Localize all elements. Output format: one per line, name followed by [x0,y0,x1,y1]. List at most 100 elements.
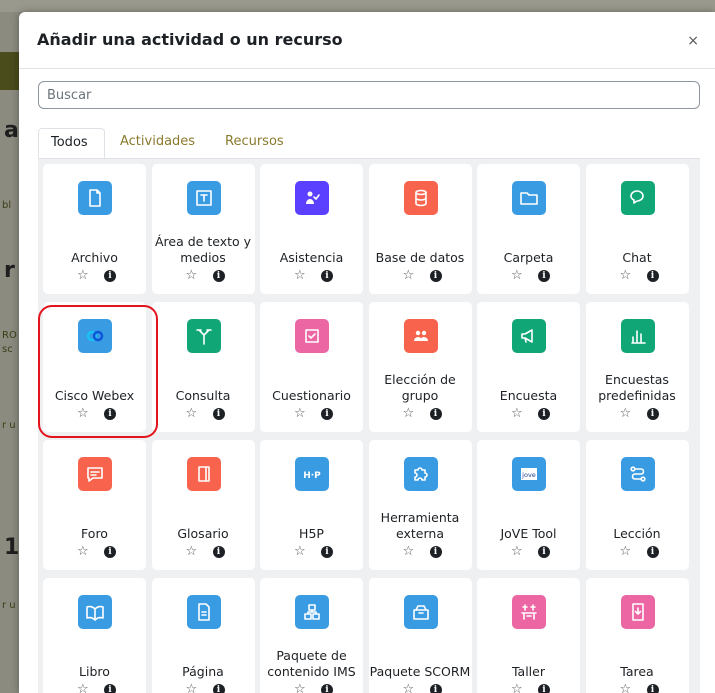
star-icon[interactable]: ☆ [186,268,198,283]
info-icon[interactable]: i [321,546,333,558]
star-icon[interactable]: ☆ [186,682,198,693]
activity-label: Consulta [175,388,231,403]
star-icon[interactable]: ☆ [294,682,306,693]
star-icon[interactable]: ☆ [294,268,306,283]
info-icon[interactable]: i [429,408,442,420]
info-icon[interactable]: i [104,408,116,420]
info-icon[interactable]: i [429,684,442,693]
activity-grid: Archivo ☆ i Área de texto y medios ☆ i Asisten… [38,158,700,693]
megaphone-icon [512,319,546,353]
close-icon[interactable]: × [687,33,699,49]
tab-bar: Todos Actividades Recursos [38,128,700,158]
activity-card-area-de-texto-y-medios[interactable]: Área de texto y medios ☆ i [151,164,255,294]
star-icon[interactable]: ☆ [620,544,632,559]
glossary-icon [186,457,221,491]
info-icon[interactable]: i [538,684,550,693]
info-icon[interactable]: i [321,270,333,282]
background-heading-fragment: r [4,258,15,283]
info-icon[interactable]: i [321,684,333,693]
tab-resources[interactable]: Recursos [225,128,284,158]
star-icon[interactable]: ☆ [294,544,306,559]
info-icon[interactable]: i [646,546,659,558]
star-icon[interactable]: ☆ [511,406,523,421]
info-icon[interactable]: i [321,408,333,420]
activity-card-archivo[interactable]: Archivo ☆ i [43,164,146,294]
info-icon[interactable]: i [212,408,225,420]
star-icon[interactable]: ☆ [403,682,415,693]
activity-card-encuestas-predefinidas[interactable]: Encuestas predefinidas ☆ i [585,302,689,432]
star-icon[interactable]: ☆ [77,268,89,283]
book-icon [78,595,112,629]
activity-card-encuesta[interactable]: Encuesta ☆ i [477,302,580,432]
info-icon[interactable]: i [646,684,659,693]
info-icon[interactable]: i [104,546,116,558]
activity-label: Encuestas predefinidas [598,372,676,403]
activity-card-chat[interactable]: Chat ☆ i [585,164,689,294]
activity-card-eleccion-de-grupo[interactable]: Elección de grupo ☆ i [368,302,472,432]
workshop-icon [512,595,546,629]
activity-card-libro[interactable]: Libro ☆ i [43,578,146,693]
star-icon[interactable]: ☆ [403,268,415,283]
webex-icon [78,319,112,353]
star-icon[interactable]: ☆ [620,682,632,693]
activity-card-jove-tool[interactable]: jove JoVE Tool ☆ i [477,440,580,570]
activity-card-leccion[interactable]: Lección ☆ i [585,440,689,570]
file-icon [78,181,112,215]
info-icon[interactable]: i [646,270,659,282]
star-icon[interactable]: ☆ [511,268,523,283]
star-icon[interactable]: ☆ [294,406,306,421]
tab-activities[interactable]: Actividades [120,128,195,158]
activity-label: Archivo [71,250,118,265]
activity-card-asistencia[interactable]: Asistencia ☆ i [260,164,363,294]
activity-card-carpeta[interactable]: Carpeta ☆ i [477,164,580,294]
info-icon[interactable]: i [429,546,442,558]
bar-chart-icon [620,319,655,353]
page-icon [186,595,221,629]
activity-card-consulta[interactable]: Consulta ☆ i [151,302,255,432]
activity-card-cuestionario[interactable]: Cuestionario ☆ i [260,302,363,432]
activity-label: Herramienta externa [380,510,460,541]
activity-label: Carpeta [503,250,554,265]
activity-label: JoVE Tool [500,526,557,541]
activity-card-pagina[interactable]: Página ☆ i [151,578,255,693]
info-icon[interactable]: i [104,270,116,282]
info-icon[interactable]: i [212,546,225,558]
info-icon[interactable]: i [104,684,116,693]
star-icon[interactable]: ☆ [403,544,415,559]
star-icon[interactable]: ☆ [186,406,198,421]
background-heading-fragment: 1 [4,535,20,560]
activity-card-herramienta-externa[interactable]: Herramienta externa ☆ i [368,440,472,570]
activity-card-cisco-webex[interactable]: Cisco Webex ☆ i [43,302,146,432]
star-icon[interactable]: ☆ [620,406,632,421]
star-icon[interactable]: ☆ [77,544,89,559]
info-icon[interactable]: i [538,270,550,282]
activity-card-glosario[interactable]: Glosario ☆ i [151,440,255,570]
puzzle-icon [403,457,438,491]
info-icon[interactable]: i [538,546,550,558]
star-icon[interactable]: ☆ [186,544,198,559]
search-input[interactable] [38,81,700,109]
activity-label: Glosario [177,526,229,541]
info-icon[interactable]: i [212,684,225,693]
activity-label: Asistencia [279,250,344,265]
activity-card-foro[interactable]: Foro ☆ i [43,440,146,570]
activity-card-h5p[interactable]: H·P H5P ☆ i [260,440,363,570]
activity-label: Encuesta [499,388,558,403]
info-icon[interactable]: i [646,408,659,420]
activity-card-tarea[interactable]: Tarea ☆ i [585,578,689,693]
activity-card-taller[interactable]: Taller ☆ i [477,578,580,693]
star-icon[interactable]: ☆ [511,682,523,693]
info-icon[interactable]: i [538,408,550,420]
activity-label: Chat [622,250,652,265]
star-icon[interactable]: ☆ [511,544,523,559]
info-icon[interactable]: i [212,270,225,282]
star-icon[interactable]: ☆ [77,406,89,421]
info-icon[interactable]: i [429,270,442,282]
star-icon[interactable]: ☆ [77,682,89,693]
star-icon[interactable]: ☆ [403,406,415,421]
activity-card-paquete-scorm[interactable]: Paquete SCORM ☆ i [368,578,472,693]
star-icon[interactable]: ☆ [620,268,632,283]
activity-card-base-de-datos[interactable]: Base de datos ☆ i [368,164,472,294]
tab-all[interactable]: Todos [38,128,105,158]
activity-card-paquete-de-contenido-ims[interactable]: Paquete de contenido IMS ☆ i [260,578,363,693]
